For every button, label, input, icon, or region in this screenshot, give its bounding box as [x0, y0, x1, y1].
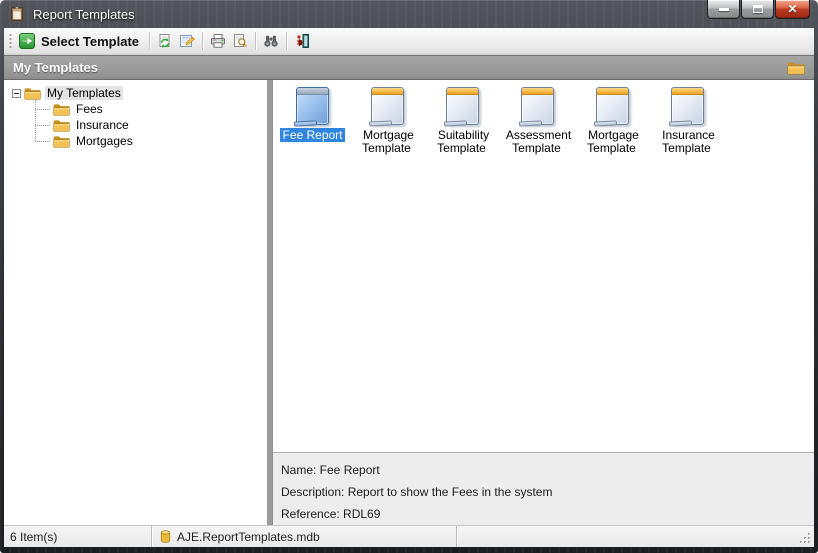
tree-node[interactable]: Insurance	[35, 117, 267, 133]
collapse-expander-icon[interactable]	[12, 89, 21, 98]
toolbar-separator	[286, 32, 287, 50]
folder-icon	[53, 135, 70, 148]
tree-node-label: Mortgages	[74, 134, 135, 148]
print-preview-button[interactable]	[229, 30, 251, 52]
tree-children: Fees Insurance Mortgages	[35, 101, 267, 149]
template-item-label: Insurance Template	[652, 129, 724, 155]
template-list-item[interactable]: Assessment Template	[500, 87, 575, 155]
maximize-button[interactable]	[741, 0, 774, 19]
detail-name: Name: Fee Report	[281, 459, 814, 481]
app-notepad-icon	[9, 6, 25, 22]
template-list-item[interactable]: Suitability Template	[425, 87, 500, 155]
properties-button[interactable]	[176, 30, 198, 52]
tree-node[interactable]: Mortgages	[35, 133, 267, 149]
template-list-item[interactable]: Mortgage Template	[350, 87, 425, 155]
refresh-button[interactable]	[154, 30, 176, 52]
print-button[interactable]	[207, 30, 229, 52]
notepad-template-icon	[596, 87, 629, 125]
tree-node-root[interactable]: My Templates	[12, 85, 267, 101]
window-frame-bottom	[0, 547, 818, 553]
tree-node-label: Fees	[74, 102, 105, 116]
magnifier-document-icon	[232, 33, 248, 49]
template-item-label: Mortgage Template	[577, 129, 649, 155]
status-database: AJE.ReportTemplates.mdb	[152, 526, 457, 547]
toolbar-separator	[255, 32, 256, 50]
exit-button[interactable]	[291, 30, 313, 52]
folder-icon	[24, 87, 41, 100]
template-list-item[interactable]: Fee Report	[275, 87, 350, 155]
database-file-label: AJE.ReportTemplates.mdb	[177, 530, 320, 544]
binoculars-icon	[263, 33, 279, 49]
template-item-label: Assessment Template	[502, 129, 574, 155]
content: My Templates Fees Insurance Mortgages	[4, 80, 814, 525]
right-panel: Fee Report Mortgage Template Suitability…	[272, 80, 814, 525]
template-item-label: Fee Report	[280, 129, 344, 142]
window-controls: ✕	[707, 0, 810, 19]
tree-node-label: Insurance	[74, 118, 131, 132]
template-list[interactable]: Fee Report Mortgage Template Suitability…	[273, 80, 814, 452]
template-list-item[interactable]: Mortgage Template	[575, 87, 650, 155]
notepad-template-icon	[371, 87, 404, 125]
folder-icon	[787, 61, 805, 75]
notepad-template-icon	[521, 87, 554, 125]
statusbar: 6 Item(s) AJE.ReportTemplates.mdb	[4, 525, 814, 547]
notepad-template-icon	[671, 87, 704, 125]
toolbar: Select Template	[4, 28, 814, 55]
group-header: My Templates	[4, 55, 814, 80]
exit-door-icon	[294, 33, 310, 49]
template-item-label: Mortgage Template	[352, 129, 424, 155]
printer-icon	[210, 33, 226, 49]
select-template-button[interactable]: Select Template	[16, 30, 145, 52]
status-item-count: 6 Item(s)	[4, 526, 152, 547]
select-template-label: Select Template	[41, 34, 139, 49]
toolbar-separator	[202, 32, 203, 50]
close-icon: ✕	[787, 3, 797, 15]
tree-root-label: My Templates	[45, 86, 123, 100]
tree-node[interactable]: Fees	[35, 101, 267, 117]
minimize-button[interactable]	[707, 0, 740, 19]
notepad-template-icon	[446, 87, 479, 125]
window-title: Report Templates	[33, 7, 135, 22]
detail-description: Description: Report to show the Fees in …	[281, 481, 814, 503]
database-icon	[160, 530, 171, 543]
toolbar-separator	[149, 32, 150, 50]
item-count-label: 6 Item(s)	[10, 530, 57, 544]
refresh-document-icon	[157, 33, 173, 49]
titlebar[interactable]: Report Templates ✕	[0, 0, 818, 28]
details-panel: Name: Fee Report Description: Report to …	[273, 452, 814, 525]
close-button[interactable]: ✕	[775, 0, 810, 19]
resize-grip[interactable]	[799, 532, 812, 545]
folder-tree[interactable]: My Templates Fees Insurance Mortgages	[4, 80, 267, 525]
detail-reference: Reference: RDL69	[281, 503, 814, 525]
template-item-label: Suitability Template	[427, 129, 499, 155]
minimize-icon	[719, 8, 729, 11]
status-spacer	[457, 526, 814, 547]
green-arrow-icon	[19, 33, 35, 49]
group-header-title: My Templates	[13, 60, 98, 75]
toolbar-grip[interactable]	[9, 33, 12, 49]
folder-icon	[53, 103, 70, 116]
edit-form-icon	[179, 33, 195, 49]
find-button[interactable]	[260, 30, 282, 52]
notepad-template-icon	[296, 87, 329, 125]
maximize-icon	[753, 5, 763, 13]
template-list-item[interactable]: Insurance Template	[650, 87, 725, 155]
app-window: Report Templates ✕ Select Template	[0, 0, 818, 553]
folder-icon	[53, 119, 70, 132]
